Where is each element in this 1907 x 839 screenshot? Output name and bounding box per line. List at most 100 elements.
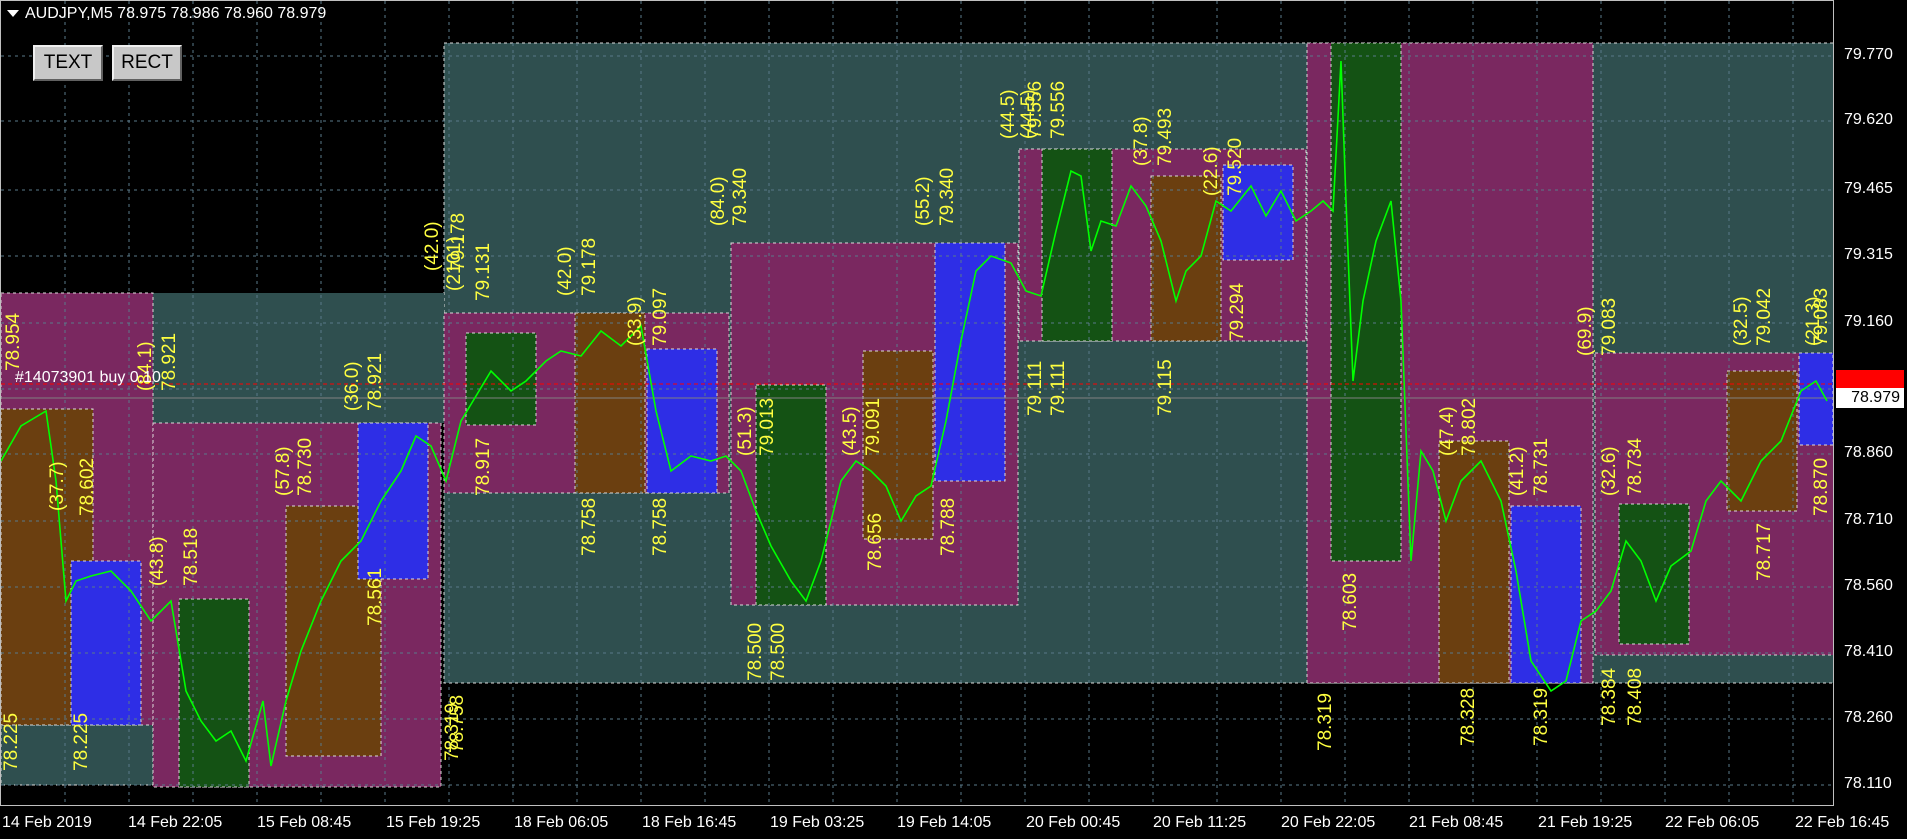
price-scale-label: 78.860 bbox=[1844, 444, 1893, 461]
time-scale-label: 22 Feb 06:05 bbox=[1665, 814, 1760, 831]
annotation-label: (69.9) bbox=[1575, 306, 1596, 356]
annotation-label: 78.225 bbox=[1, 713, 22, 771]
box-blue bbox=[934, 242, 1006, 482]
box-blue bbox=[357, 422, 429, 580]
annotation-label: 79.131 bbox=[473, 243, 494, 301]
annotation-label: (42.0) bbox=[422, 221, 443, 271]
price-scale-label: 78.410 bbox=[1844, 643, 1893, 660]
annotation-label: 78.954 bbox=[3, 312, 24, 371]
annotation-label: (32.6) bbox=[1599, 446, 1620, 496]
annotation-label: 78.319 bbox=[442, 703, 463, 761]
price-scale-label: 79.770 bbox=[1844, 46, 1893, 63]
annotation-label: (32.5) bbox=[1731, 296, 1752, 346]
annotation-label: (84.0) bbox=[708, 176, 729, 226]
annotation-label: 79.042 bbox=[1754, 288, 1775, 346]
box-brown bbox=[1726, 370, 1798, 512]
annotation-label: 78.561 bbox=[365, 568, 386, 626]
annotation-label: 79.111 bbox=[1048, 361, 1069, 416]
annotation-label: (43.8) bbox=[147, 536, 168, 586]
current-price-tag: 78.979 bbox=[1836, 388, 1904, 408]
annotation-label: 78.225 bbox=[71, 713, 92, 771]
annotation-label: 79.111 bbox=[1025, 361, 1046, 416]
annotation-label: (37.8) bbox=[1131, 116, 1152, 166]
annotation-label: 79.083 bbox=[1599, 298, 1620, 356]
box-blue bbox=[1510, 505, 1582, 684]
annotation-label: 79.091 bbox=[863, 398, 884, 456]
rect-button[interactable]: RECT bbox=[112, 45, 182, 81]
annotation-label: 79.294 bbox=[1227, 282, 1248, 341]
annotation-label: 78.518 bbox=[181, 528, 202, 586]
annotation-label: 79.083 bbox=[1811, 288, 1832, 346]
order-label: #14073901 buy 0.10 bbox=[15, 369, 161, 386]
annotation-label: 78.500 bbox=[745, 623, 766, 681]
price-scale[interactable]: 79.77079.62079.46579.31579.16079.01078.8… bbox=[1834, 0, 1907, 806]
annotation-label: 79.178 bbox=[579, 238, 600, 296]
time-scale-label: 14 Feb 22:05 bbox=[128, 814, 223, 831]
annotation-label: 78.408 bbox=[1625, 668, 1646, 726]
price-scale-label: 79.465 bbox=[1844, 180, 1893, 197]
zone-layer bbox=[1, 42, 1833, 788]
annotation-label: 79.556 bbox=[1025, 81, 1046, 139]
price-scale-label: 78.260 bbox=[1844, 709, 1893, 726]
box-blue bbox=[1798, 352, 1833, 446]
annotation-label: (22.6) bbox=[1201, 146, 1222, 196]
chart-area[interactable]: 78.954 (37.7) 78.602 78.225 78.225 (84.1) 78.9… bbox=[0, 0, 1834, 806]
time-scale-label: 15 Feb 19:25 bbox=[386, 814, 481, 831]
annotation-label: (42.0) bbox=[555, 246, 576, 296]
annotation-label: (36.0) bbox=[342, 361, 363, 411]
box-green bbox=[1618, 503, 1690, 645]
time-scale[interactable]: 14 Feb 2019 14 Feb 22:05 15 Feb 08:45 15 Fe… bbox=[0, 806, 1907, 839]
time-scale-label: 18 Feb 06:05 bbox=[514, 814, 609, 831]
box-brown bbox=[1438, 440, 1510, 684]
annotation-label: 78.788 bbox=[938, 498, 959, 556]
annotation-label: 79.556 bbox=[1048, 81, 1069, 139]
collapse-triangle-icon[interactable] bbox=[7, 10, 19, 18]
annotation-label: (37.7) bbox=[47, 461, 68, 511]
annotation-label: 78.717 bbox=[1754, 523, 1775, 581]
price-chart[interactable]: 78.954(37.7) 78.60278.225 78.225(84.1) 78.9… bbox=[1, 1, 1834, 806]
annotation-label: (51.3) bbox=[735, 406, 756, 456]
box-green bbox=[178, 598, 250, 788]
annotation-label: 79.097 bbox=[650, 288, 671, 346]
annotation-label: (44.5) bbox=[998, 89, 1019, 139]
text-button[interactable]: TEXT bbox=[33, 45, 103, 81]
price-scale-label: 79.315 bbox=[1844, 246, 1893, 263]
annotation-label: 78.758 bbox=[579, 498, 600, 556]
annotation-label: (57.8) bbox=[273, 446, 294, 496]
zone-teal-mid bbox=[153, 293, 444, 423]
order-price-tag: 79.013 bbox=[1836, 370, 1904, 390]
price-scale-label: 78.560 bbox=[1844, 577, 1893, 594]
box-blue bbox=[70, 560, 142, 726]
annotation-label: 78.921 bbox=[159, 333, 180, 391]
chart-title-text: AUDJPY,M5 78.975 78.986 78.960 78.979 bbox=[25, 5, 327, 22]
annotation-label: 78.500 bbox=[768, 623, 789, 681]
annotation-label: 78.319 bbox=[1531, 688, 1552, 746]
annotation-label: 78.870 bbox=[1811, 458, 1832, 516]
annotation-label: 78.802 bbox=[1459, 398, 1480, 456]
time-scale-label: 14 Feb 2019 bbox=[2, 814, 92, 831]
annotation-label: (41.2) bbox=[1507, 446, 1528, 496]
price-scale-label: 79.620 bbox=[1844, 111, 1893, 128]
time-scale-label: 20 Feb 22:05 bbox=[1281, 814, 1376, 831]
annotation-label: (55.2) bbox=[913, 176, 934, 226]
annotation-label: 78.917 bbox=[473, 438, 494, 496]
annotation-label: 78.602 bbox=[77, 458, 98, 516]
box-green bbox=[465, 332, 537, 426]
time-scale-label: 21 Feb 19:25 bbox=[1538, 814, 1633, 831]
annotation-label: 78.384 bbox=[1599, 667, 1620, 726]
time-scale-label: 18 Feb 16:45 bbox=[642, 814, 737, 831]
price-scale-label: 78.710 bbox=[1844, 511, 1893, 528]
annotation-label: 78.730 bbox=[295, 438, 316, 496]
price-scale-label: 78.110 bbox=[1844, 775, 1892, 792]
time-scale-label: 21 Feb 08:45 bbox=[1409, 814, 1504, 831]
annotation-label: 79.013 bbox=[757, 398, 778, 456]
price-scale-label: 79.160 bbox=[1844, 313, 1893, 330]
annotation-label: 79.340 bbox=[937, 168, 958, 226]
annotation-label: 79.520 bbox=[1225, 138, 1246, 196]
annotation-label: 78.758 bbox=[650, 498, 671, 556]
box-blue bbox=[646, 348, 718, 494]
annotation-label: 79.115 bbox=[1155, 359, 1176, 416]
annotation-label: 79.493 bbox=[1155, 108, 1176, 166]
time-scale-label: 20 Feb 00:45 bbox=[1026, 814, 1121, 831]
time-scale-label: 20 Feb 11:25 bbox=[1153, 814, 1247, 831]
